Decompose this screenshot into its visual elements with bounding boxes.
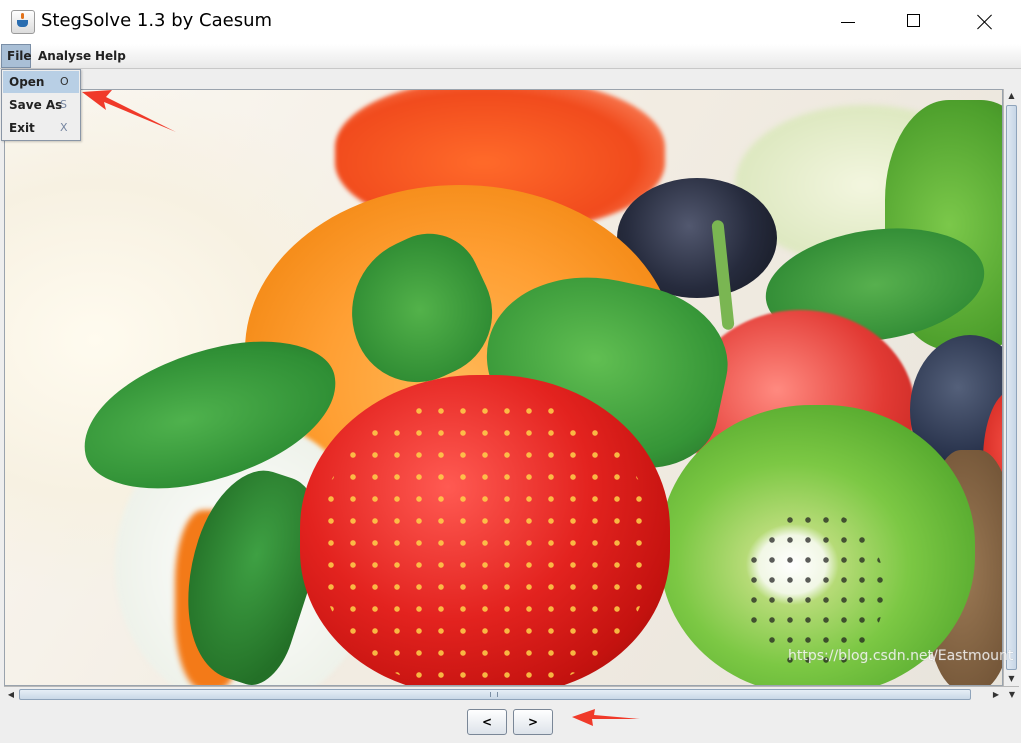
menu-bar: File Analyse Help — [0, 44, 1021, 69]
vertical-scroll-thumb[interactable] — [1006, 105, 1017, 670]
main-content: ▲ ▼ ◀ ▶ ▼ < > — [0, 69, 1021, 743]
scroll-left-icon[interactable]: ◀ — [4, 688, 18, 701]
menu-item-label: Save As — [9, 98, 63, 112]
scroll-up-icon[interactable]: ▲ — [1005, 89, 1018, 103]
annotation-arrow-icon — [572, 709, 640, 726]
title-bar: StegSolve 1.3 by Caesum — [0, 0, 1021, 45]
menu-analyse[interactable]: Analyse — [33, 44, 96, 68]
watermark-text: https://blog.csdn.net/Eastmount — [788, 648, 1014, 664]
previous-button[interactable]: < — [467, 709, 507, 735]
menu-item-exit[interactable]: Exit X — [3, 117, 79, 139]
scroll-down-icon[interactable]: ▼ — [1005, 672, 1018, 686]
next-button[interactable]: > — [513, 709, 553, 735]
vertical-scrollbar[interactable]: ▲ ▼ — [1003, 89, 1019, 686]
close-icon[interactable] — [962, 0, 1008, 44]
horizontal-scroll-thumb[interactable] — [19, 689, 971, 700]
maximize-icon[interactable] — [891, 0, 937, 44]
scroll-corner-icon[interactable]: ▼ — [1005, 688, 1019, 701]
horizontal-scrollbar[interactable]: ◀ ▶ ▼ — [4, 686, 1019, 702]
menu-item-accelerator: O — [60, 75, 69, 88]
menu-file[interactable]: File — [1, 44, 32, 68]
menu-item-label: Exit — [9, 121, 35, 135]
menu-item-save-as[interactable]: Save As S — [3, 94, 79, 116]
menu-item-open[interactable]: Open O — [3, 71, 79, 93]
menu-item-label: Open — [9, 75, 45, 89]
annotation-arrow-icon — [82, 90, 176, 132]
menu-item-accelerator: X — [60, 121, 68, 134]
fruit-image — [5, 90, 1002, 685]
window-title: StegSolve 1.3 by Caesum — [41, 10, 273, 31]
menu-item-accelerator: S — [60, 98, 67, 111]
minimize-icon[interactable] — [825, 0, 871, 44]
scroll-right-icon[interactable]: ▶ — [989, 688, 1003, 701]
file-dropdown-menu: Open O Save As S Exit X — [1, 69, 81, 141]
java-cup-icon — [11, 10, 35, 34]
image-viewport — [4, 89, 1003, 686]
menu-help[interactable]: Help — [90, 44, 131, 68]
